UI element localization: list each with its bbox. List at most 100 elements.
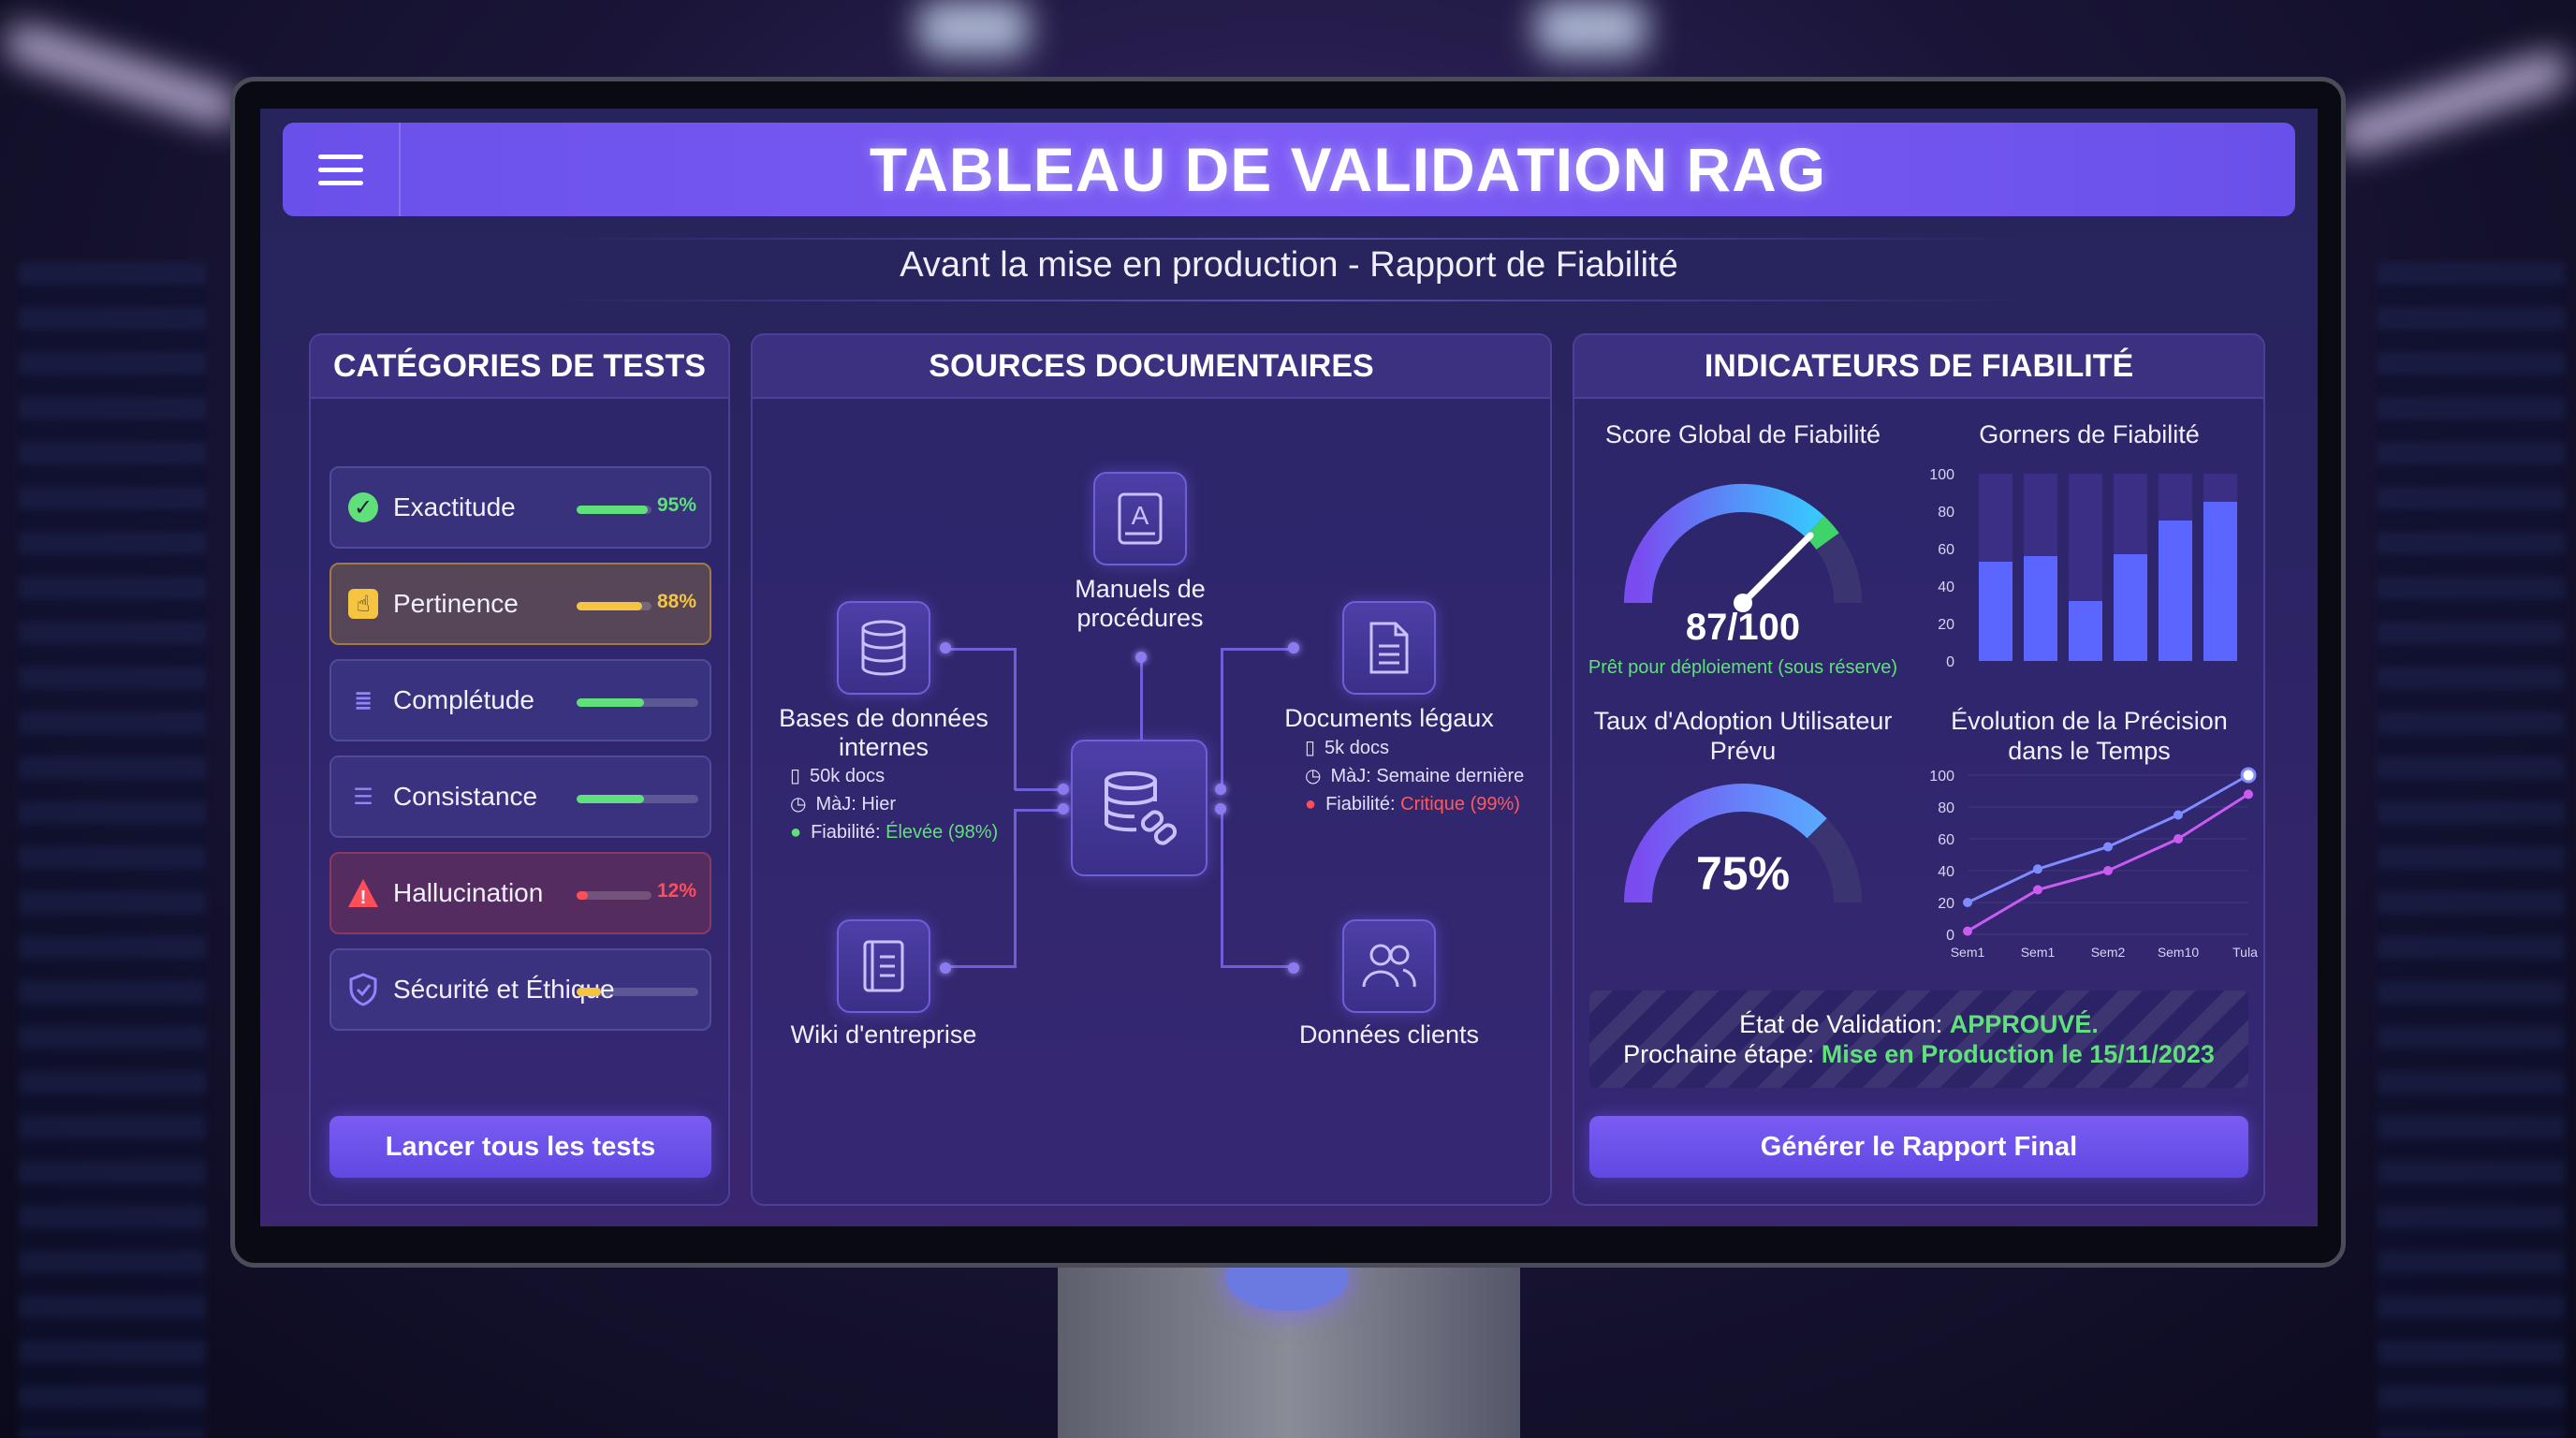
tests-panel: CATÉGORIES DE TESTS ✓ Exactitude 95% ☝ Perti… [309, 333, 730, 1206]
server-rack [2378, 262, 2565, 1438]
file-icon: ▯ [1305, 738, 1316, 758]
progress-bar [577, 891, 651, 900]
score-caption: Prêt pour déploiement (sous réserve) [1588, 657, 1898, 678]
test-item[interactable]: ✓ Exactitude 95% [329, 466, 711, 549]
adoption-title: Taux d'Adoption Utilisateur Prévu [1593, 707, 1893, 765]
progress-fill [577, 891, 588, 900]
x-tick-label: Sem1 [2021, 945, 2056, 960]
indicators-panel: INDICATEURS DE FIABILITÉ Score Global de… [1573, 333, 2265, 1206]
clock-icon: ◷ [790, 794, 807, 814]
shield-icon [344, 971, 382, 1008]
check-circle-icon: ✓ [344, 489, 382, 526]
connector-dot [1215, 784, 1226, 795]
connector [1015, 809, 1061, 812]
y-tick-label: 0 [1946, 928, 1954, 944]
connector-dot [1215, 803, 1226, 814]
data-point [2244, 789, 2253, 800]
y-tick-label: 80 [1938, 505, 1954, 521]
data-point [2103, 842, 2113, 852]
progress-fill [577, 506, 648, 514]
databases-meta: ▯ 50k docs ◷ MàJ: Hier ● Fiabilité: Élevée … [790, 762, 998, 846]
status-badge: APPROUVÉ. [1949, 1010, 2099, 1038]
divider [541, 300, 2037, 301]
bar [2114, 554, 2147, 661]
database-link-icon[interactable] [1071, 740, 1208, 876]
notebook-icon[interactable] [837, 919, 930, 1013]
connector-dot [1058, 784, 1069, 795]
connector [1140, 657, 1143, 751]
bar [2069, 601, 2102, 661]
bar [2159, 521, 2192, 661]
dashboard-screen: TABLEAU DE VALIDATION RAG Avant la mise … [260, 109, 2318, 1226]
next-step: Mise en Production le 15/11/2023 [1821, 1040, 2215, 1068]
ceiling-light [0, 19, 243, 131]
database-icon[interactable] [837, 601, 930, 695]
page-subtitle: Avant la mise en production - Rapport de… [900, 245, 1678, 285]
generate-report-button[interactable]: Générer le Rapport Final [1589, 1116, 2248, 1178]
connector-dot [1058, 803, 1069, 814]
progress-bar [577, 602, 651, 610]
file-icon: ▯ [790, 766, 801, 786]
legal-label: Documents légaux [1284, 704, 1494, 732]
bar [2024, 556, 2057, 661]
progress-fill [577, 602, 643, 610]
progress-fill [577, 698, 644, 707]
test-item[interactable]: ! Hallucination 12% [329, 852, 711, 934]
ceiling-light [1535, 0, 1647, 56]
page-title: TABLEAU DE VALIDATION RAG [869, 135, 1827, 204]
progress-bar [577, 988, 698, 996]
svg-text:!: ! [360, 888, 367, 908]
svg-text:A: A [1132, 501, 1149, 530]
users-icon[interactable] [1342, 919, 1436, 1013]
connector-dot [940, 642, 951, 653]
connector [1015, 788, 1061, 791]
bar [2203, 502, 2237, 661]
test-item[interactable]: ≣ Complétude [329, 659, 711, 741]
progress-bar [577, 506, 651, 514]
gauge-arc [1816, 533, 1862, 604]
data-point [2103, 866, 2113, 875]
gauge-arc [1624, 484, 1824, 604]
line-chart: 0 20 40 60 80 100 Sem1 Sem1 Sem2 Sem10 Tulac [1930, 767, 2258, 960]
document-icon: ≣ [353, 687, 373, 713]
data-point [2033, 864, 2042, 874]
run-all-tests-button[interactable]: Lancer tous les tests [329, 1116, 711, 1178]
ceiling-light [2331, 47, 2574, 159]
pointer-icon: ☝ [344, 585, 382, 623]
ceiling-light [917, 0, 1030, 56]
manuals-label: Manuels de procédures [1075, 575, 1206, 632]
file-icon[interactable] [1342, 601, 1436, 695]
gauge-arc [1805, 516, 1839, 550]
divider [541, 238, 2037, 240]
series-line [1967, 793, 2249, 932]
test-item[interactable]: Sécurité et Éthique [329, 948, 711, 1031]
x-tick-label: Sem1 [1951, 945, 1985, 960]
test-item[interactable]: ☝ Pertinence 88% [329, 563, 711, 645]
top-bar: TABLEAU DE VALIDATION RAG [283, 123, 2295, 216]
sources-heading: SOURCES DOCUMENTAIRES [753, 335, 1550, 399]
data-point [2033, 885, 2042, 895]
connector [1221, 809, 1294, 968]
adoption-value: 75% [1695, 847, 1791, 900]
progress-fill [577, 988, 601, 996]
book-icon[interactable]: A [1093, 472, 1187, 565]
legal-meta: ▯ 5k docs ◷ MàJ: Semaine dernière ● Fiabili… [1305, 734, 1524, 818]
y-tick-label: 40 [1938, 580, 1954, 595]
list-icon: ☰ [353, 784, 373, 810]
server-rack [19, 262, 206, 1438]
indicators-heading: INDICATEURS DE FIABILITÉ [1574, 335, 2263, 399]
y-tick-label: 100 [1930, 769, 1954, 785]
connector-dot [1135, 652, 1147, 663]
databases-label: Bases de données internes [779, 704, 988, 761]
x-tick-label: Sem10 [2158, 945, 2200, 960]
y-tick-label: 60 [1938, 542, 1954, 558]
x-tick-label: Sem2 [2091, 945, 2126, 960]
validation-status: État de Validation: APPROUVÉ. Prochaine … [1589, 990, 2248, 1088]
warning-icon: ! [344, 874, 382, 912]
clock-icon: ◷ [1305, 766, 1322, 786]
hamburger-menu-icon[interactable] [283, 123, 401, 216]
y-tick-label: 100 [1930, 467, 1954, 483]
test-item[interactable]: ☰ Consistance [329, 756, 711, 838]
data-point [1963, 898, 1972, 907]
progress-bar [577, 795, 698, 803]
